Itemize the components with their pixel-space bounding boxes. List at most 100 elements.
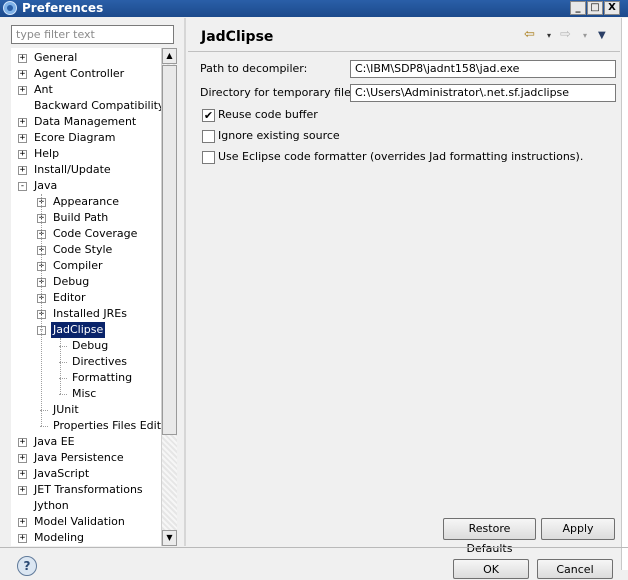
minimize-button[interactable]: _ <box>570 1 586 15</box>
tree-item[interactable]: + Java Persistence <box>11 450 161 466</box>
ok-button[interactable]: OK <box>453 559 529 579</box>
tree-connector <box>60 338 61 394</box>
tree-item[interactable]: + Ecore Diagram <box>11 130 161 146</box>
preference-page-content: Path to decompiler: C:\IBM\SDP8\jadnt158… <box>188 52 620 555</box>
tree-item[interactable]: + Installed JREs <box>11 306 161 322</box>
tree-item-label: JET Transformations <box>34 483 143 496</box>
tree-item-label: Installed JREs <box>53 307 127 320</box>
expand-icon[interactable]: + <box>18 166 27 175</box>
tree-item-label: Misc <box>72 387 97 400</box>
cancel-button[interactable]: Cancel <box>537 559 613 579</box>
tree-item-label: Data Management <box>34 115 137 128</box>
tree-item-label: Agent Controller <box>34 67 125 80</box>
tree-item-label: Debug <box>53 275 90 288</box>
tree-item[interactable]: + Agent Controller <box>11 66 161 82</box>
view-menu-icon[interactable]: ▼ <box>598 30 606 41</box>
tree-item[interactable]: Jython <box>11 498 161 514</box>
help-icon[interactable]: ? <box>17 556 37 576</box>
tree-item[interactable]: + Model Validation <box>11 514 161 530</box>
expand-icon[interactable]: + <box>18 534 27 543</box>
restore-defaults-button[interactable]: Restore Defaults <box>443 518 536 555</box>
tree-item[interactable]: + Compiler <box>11 258 161 274</box>
temp-directory-field[interactable]: C:\Users\Administrator\.net.sf.jadclipse <box>350 84 616 102</box>
close-button[interactable]: X <box>604 1 620 15</box>
tree-item-label: Code Style <box>53 243 113 256</box>
tree-item[interactable]: + Editor <box>11 290 161 306</box>
expand-icon[interactable]: + <box>18 70 27 79</box>
scroll-thumb[interactable] <box>162 65 177 435</box>
decompiler-path-field[interactable]: C:\IBM\SDP8\jadnt158\jad.exe <box>350 60 616 78</box>
expand-icon[interactable]: + <box>18 518 27 527</box>
expand-icon[interactable]: + <box>18 54 27 63</box>
scroll-up-arrow-icon[interactable]: ▲ <box>162 48 177 64</box>
expand-icon[interactable]: + <box>18 438 27 447</box>
expand-icon[interactable]: + <box>18 134 27 143</box>
expand-icon[interactable]: + <box>18 86 27 95</box>
forward-dropdown-icon[interactable]: ▾ <box>583 31 587 40</box>
tree-item[interactable]: + Modeling <box>11 530 161 546</box>
eclipse-app-icon <box>3 1 17 15</box>
tree-item[interactable]: + Data Management <box>11 114 161 130</box>
tree-item[interactable]: + Debug <box>11 274 161 290</box>
tree-connector <box>59 394 67 395</box>
tree-item-label: Jython <box>34 499 69 512</box>
tree-item-selected-label: JadClipse <box>51 322 106 338</box>
tree-item-label: Model Validation <box>34 515 125 528</box>
tree-item[interactable]: Directives <box>11 354 161 370</box>
tree-item[interactable]: + JavaScript <box>11 466 161 482</box>
reuse-code-buffer-checkbox[interactable]: ✔ <box>202 109 215 122</box>
eclipse-formatter-label: Use Eclipse code formatter (overrides Ja… <box>218 150 584 163</box>
tree-item-label: JUnit <box>53 403 79 416</box>
collapse-icon[interactable]: - <box>18 182 27 191</box>
page-header: JadClipse ⇦ ▾ ⇨ ▾ ▼ <box>188 22 620 50</box>
tree-item[interactable]: - JadClipse <box>11 322 161 338</box>
tree-item[interactable]: + Java EE <box>11 434 161 450</box>
tree-item[interactable]: + JET Transformations <box>11 482 161 498</box>
expand-icon[interactable]: + <box>18 454 27 463</box>
tree-item[interactable]: Misc <box>11 386 161 402</box>
tree-item[interactable]: + Appearance <box>11 194 161 210</box>
tree-item[interactable]: + General <box>11 50 161 66</box>
tree-item[interactable]: - Java <box>11 178 161 194</box>
preference-tree: + General + Agent Controller + Ant Backward Co… <box>11 48 161 546</box>
filter-input[interactable]: type filter text <box>11 25 174 44</box>
tree-item[interactable]: + Ant <box>11 82 161 98</box>
page-title: JadClipse <box>201 29 274 45</box>
forward-arrow-icon[interactable]: ⇨ <box>560 28 571 42</box>
tree-item-label: Build Path <box>53 211 109 224</box>
tree-connector <box>40 426 48 427</box>
tree-item[interactable]: + Code Style <box>11 242 161 258</box>
expand-icon[interactable]: + <box>18 486 27 495</box>
tree-item[interactable]: Formatting <box>11 370 161 386</box>
expand-icon[interactable]: + <box>18 150 27 159</box>
tree-item-label: Editor <box>53 291 86 304</box>
tree-item[interactable]: + Install/Update <box>11 162 161 178</box>
maximize-button[interactable]: □ <box>587 1 603 15</box>
tree-item[interactable]: JUnit <box>11 402 161 418</box>
tree-item[interactable]: + Help <box>11 146 161 162</box>
tree-item[interactable]: + Build Path <box>11 210 161 226</box>
tree-item[interactable]: Properties Files Editor <box>11 418 161 434</box>
tree-item-label: Ecore Diagram <box>34 131 116 144</box>
tree-item-label: Backward Compatibility <box>34 99 161 112</box>
back-arrow-icon[interactable]: ⇦ <box>524 28 535 42</box>
ignore-existing-source-checkbox[interactable] <box>202 130 215 143</box>
tree-item-label: Help <box>34 147 60 160</box>
tree-item[interactable]: + Code Coverage <box>11 226 161 242</box>
apply-button[interactable]: Apply <box>541 518 615 540</box>
eclipse-formatter-checkbox[interactable] <box>202 151 215 164</box>
tree-item-label: Directives <box>72 355 127 368</box>
back-dropdown-icon[interactable]: ▾ <box>547 31 551 40</box>
pane-splitter[interactable] <box>184 18 186 546</box>
tree-item[interactable]: Backward Compatibility <box>11 98 161 114</box>
decompiler-path-label: Path to decompiler: <box>200 62 308 75</box>
ignore-existing-source-label: Ignore existing source <box>218 129 340 142</box>
expand-icon[interactable]: + <box>18 118 27 127</box>
scroll-down-arrow-icon[interactable]: ▼ <box>162 530 177 546</box>
expand-icon[interactable]: + <box>18 470 27 479</box>
tree-scrollbar[interactable]: ▲ ▼ <box>161 48 177 546</box>
tree-item-label: Java EE <box>34 435 75 448</box>
tree-item[interactable]: Debug <box>11 338 161 354</box>
bottom-separator <box>0 547 628 548</box>
title-bar: Preferences _ □ X <box>0 0 628 17</box>
